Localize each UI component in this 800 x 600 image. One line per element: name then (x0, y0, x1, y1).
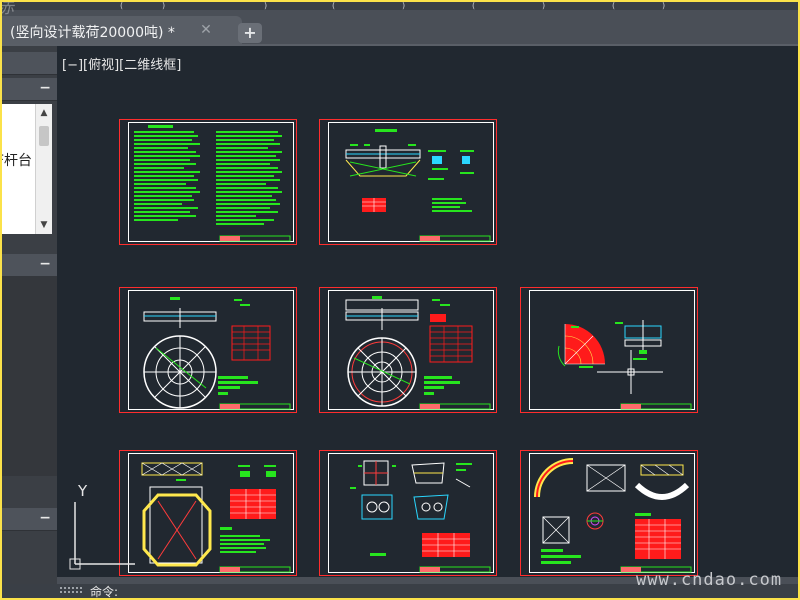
palette-scrollbar[interactable]: ▲ ▼ (35, 104, 52, 234)
scroll-down-icon[interactable]: ▼ (36, 218, 52, 232)
sheet-content (557, 320, 692, 410)
sheet-content (345, 296, 491, 410)
watermark: www.cndao.com (636, 570, 783, 590)
plus-icon[interactable]: + (238, 23, 262, 43)
collapse-icon[interactable]: − (39, 254, 51, 274)
close-icon[interactable]: ✕ (198, 22, 214, 38)
palette-empty-area (2, 276, 57, 476)
document-tab[interactable]: (竖向设计载荷20000吨) * ✕ (2, 16, 242, 46)
sheet-content (534, 458, 692, 573)
document-tab-title: (竖向设计载荷20000吨) * (10, 25, 175, 41)
document-tab-bar: (竖向设计载荷20000吨) * ✕ + (2, 10, 798, 46)
palette-header-3[interactable]: − (2, 254, 57, 277)
palette-header-2[interactable]: − (2, 78, 57, 101)
sheet-content (134, 125, 291, 242)
palette-header-1 (2, 52, 57, 75)
ucs-axes (69, 502, 135, 570)
drawing-sheet[interactable] (119, 287, 297, 413)
drawing-viewport[interactable]: [−][俯视][二维线框] Y (57, 46, 798, 577)
collapse-icon[interactable]: − (39, 78, 51, 98)
drawing-sheet[interactable] (119, 450, 297, 576)
drawing-sheet[interactable] (319, 450, 497, 576)
palette-header-4[interactable]: − (2, 508, 57, 531)
palette-list[interactable]: F杆台 (2, 104, 35, 234)
command-prompt[interactable]: 命令: (90, 583, 118, 598)
autocad-window: ( ) ) ( ) ( ) ( ) (竖向设计载荷20000吨) * ✕ + −… (2, 2, 798, 598)
corner-watermark: 赤 (2, 2, 14, 18)
drawing-sheet[interactable] (119, 119, 297, 245)
drawing-sheet[interactable] (520, 287, 698, 413)
sheet-content (350, 460, 491, 573)
scroll-up-icon[interactable]: ▲ (36, 106, 52, 120)
palette-item-label: F杆台 (2, 153, 33, 169)
tool-palette: − F杆台 ▲ ▼ − − (2, 46, 57, 598)
drawing-sheet[interactable] (319, 119, 497, 245)
drawing-sheet[interactable] (319, 287, 497, 413)
drawing-sheet[interactable] (520, 450, 698, 576)
sheet-content (143, 297, 291, 410)
sheet-content (345, 129, 491, 242)
viewport-controls-label[interactable]: [−][俯视][二维线框] (62, 54, 181, 73)
collapse-icon[interactable]: − (39, 508, 51, 528)
grip-icon[interactable] (60, 587, 86, 596)
scroll-thumb[interactable] (39, 126, 49, 146)
sheet-content (141, 462, 291, 573)
top-toolbar-strip: ( ) ) ( ) ( ) ( ) (2, 2, 798, 10)
